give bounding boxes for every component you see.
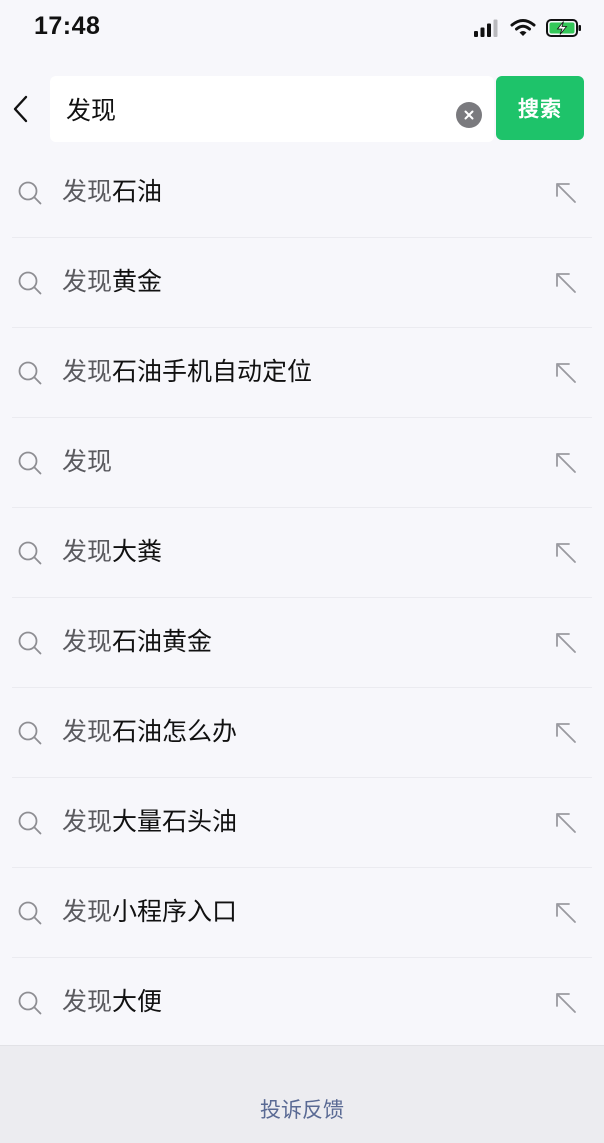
suggestion-text: 发现石油 bbox=[62, 177, 163, 206]
suggestion-item[interactable]: 发现石油黄金 bbox=[0, 598, 604, 688]
search-icon bbox=[18, 811, 42, 835]
suggestion-text: 发现大粪 bbox=[62, 537, 163, 566]
fill-arrow-icon[interactable] bbox=[552, 629, 580, 657]
search-bar: 搜索 bbox=[0, 70, 604, 148]
fill-arrow-icon[interactable] bbox=[552, 809, 580, 837]
status-icons bbox=[474, 14, 582, 42]
suggestion-list: 发现石油 发现黄金 发现石油手机自动定位 发现 发现大粪 发现石油黄金 发现石油… bbox=[0, 148, 604, 1048]
battery-charging-icon bbox=[546, 19, 581, 37]
search-icon bbox=[18, 271, 42, 295]
search-icon bbox=[18, 451, 42, 475]
search-input[interactable] bbox=[66, 90, 436, 128]
search-icon bbox=[18, 361, 42, 385]
fill-arrow-icon[interactable] bbox=[552, 449, 580, 477]
search-icon bbox=[18, 991, 42, 1015]
suggestion-text: 发现小程序入口 bbox=[62, 897, 238, 926]
suggestion-item[interactable]: 发现石油手机自动定位 bbox=[0, 328, 604, 418]
back-button[interactable] bbox=[4, 84, 38, 134]
suggestion-text: 发现大便 bbox=[62, 987, 163, 1016]
fill-arrow-icon[interactable] bbox=[552, 899, 580, 927]
suggestion-item[interactable]: 发现大量石头油 bbox=[0, 778, 604, 868]
suggestion-text: 发现石油手机自动定位 bbox=[62, 357, 313, 386]
suggestion-text: 发现石油黄金 bbox=[62, 627, 213, 656]
search-button[interactable]: 搜索 bbox=[496, 76, 584, 140]
signal-icon bbox=[474, 19, 498, 37]
clear-button[interactable] bbox=[456, 102, 482, 128]
fill-arrow-icon[interactable] bbox=[552, 989, 580, 1017]
fill-arrow-icon[interactable] bbox=[552, 359, 580, 387]
search-icon bbox=[18, 541, 42, 565]
fill-arrow-icon[interactable] bbox=[552, 719, 580, 747]
footer: 投诉反馈 bbox=[0, 1045, 604, 1143]
back-chevron-icon bbox=[13, 95, 28, 123]
suggestion-item[interactable]: 发现石油怎么办 bbox=[0, 688, 604, 778]
suggestion-text: 发现黄金 bbox=[62, 267, 163, 296]
status-bar: 17:48 bbox=[0, 0, 604, 56]
status-time: 17:48 bbox=[34, 12, 101, 40]
suggestion-text: 发现大量石头油 bbox=[62, 807, 238, 836]
search-icon bbox=[18, 631, 42, 655]
search-field bbox=[50, 76, 494, 142]
fill-arrow-icon[interactable] bbox=[552, 539, 580, 567]
fill-arrow-icon[interactable] bbox=[552, 269, 580, 297]
suggestion-item[interactable]: 发现小程序入口 bbox=[0, 868, 604, 958]
suggestion-item[interactable]: 发现石油 bbox=[0, 148, 604, 238]
suggestion-item[interactable]: 发现黄金 bbox=[0, 238, 604, 328]
search-icon bbox=[18, 721, 42, 745]
clear-icon bbox=[464, 110, 474, 120]
search-icon bbox=[18, 901, 42, 925]
search-icon bbox=[18, 181, 42, 205]
wifi-icon bbox=[510, 19, 536, 36]
suggestion-text: 发现石油怎么办 bbox=[62, 717, 238, 746]
feedback-link[interactable]: 投诉反馈 bbox=[0, 1094, 604, 1124]
suggestion-item[interactable]: 发现 bbox=[0, 418, 604, 508]
suggestion-item[interactable]: 发现大粪 bbox=[0, 508, 604, 598]
suggestion-text: 发现 bbox=[62, 447, 113, 476]
fill-arrow-icon[interactable] bbox=[552, 179, 580, 207]
suggestion-item[interactable]: 发现大便 bbox=[0, 958, 604, 1048]
